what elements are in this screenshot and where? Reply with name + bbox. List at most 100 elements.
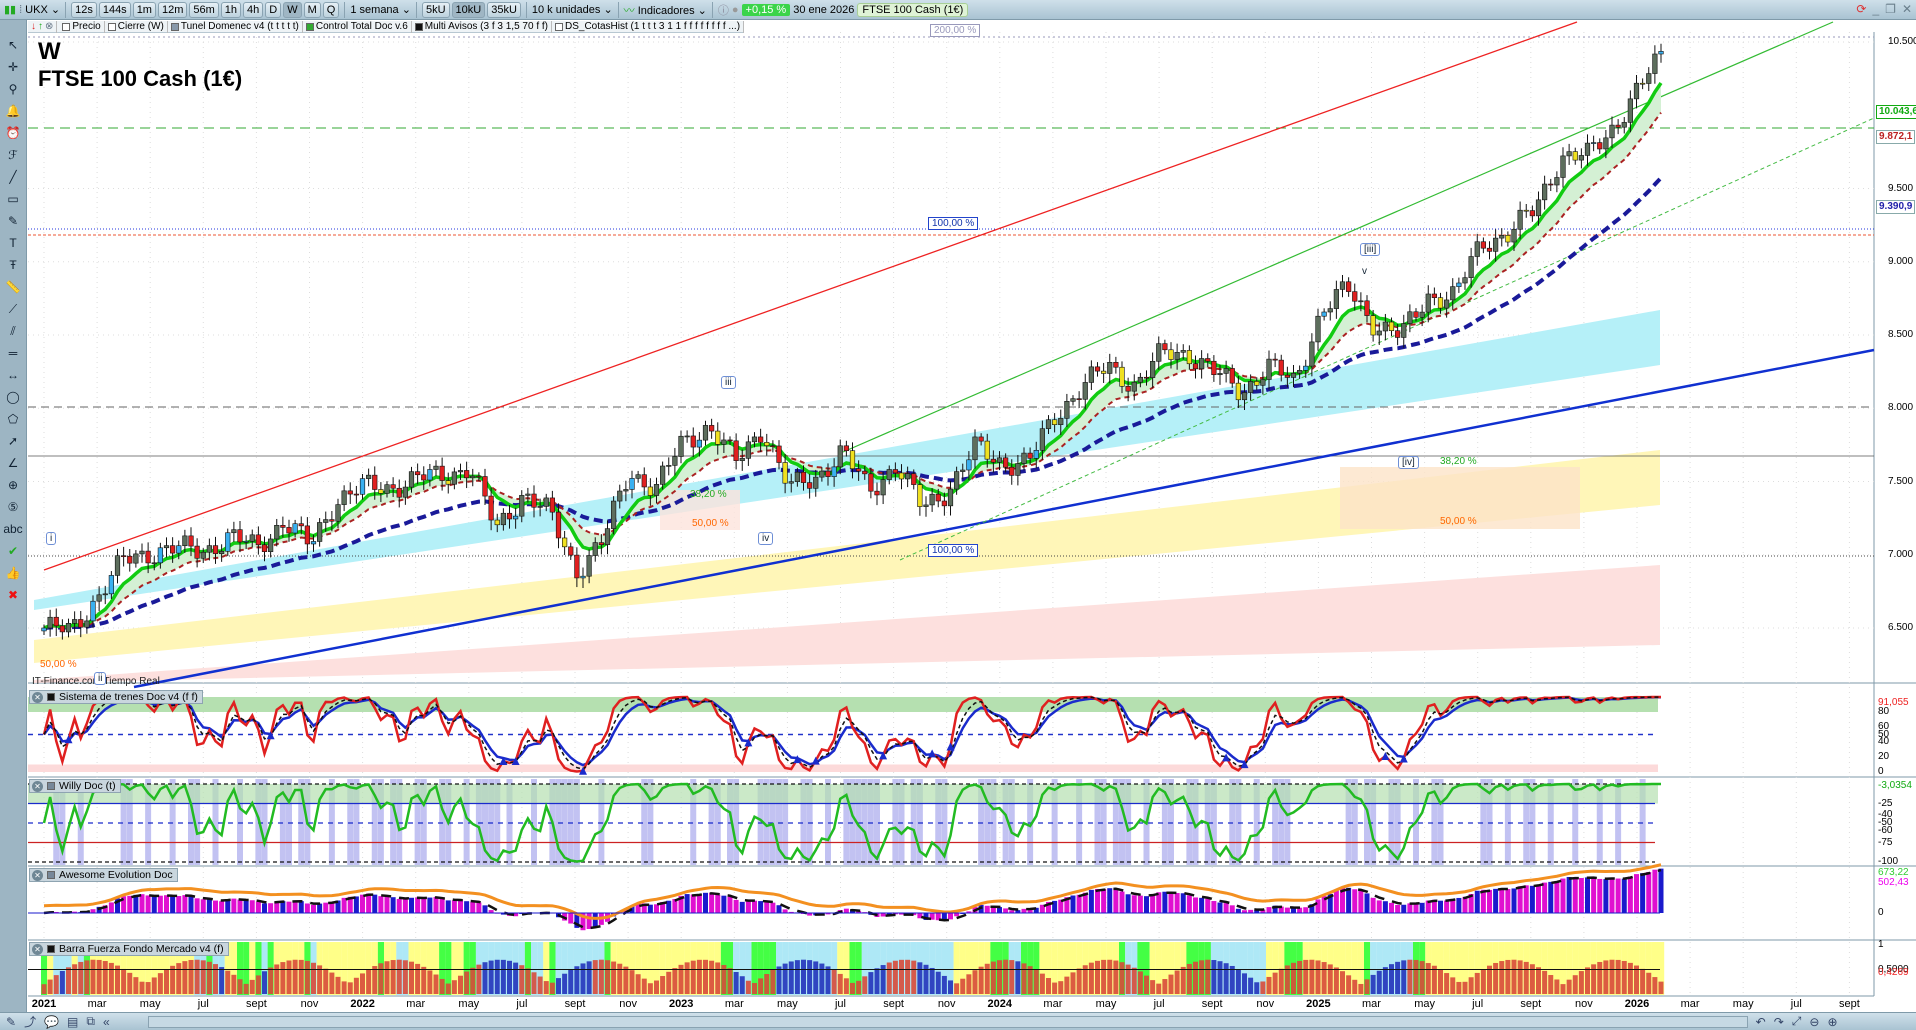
overlay-actions[interactable]: ↓ ↑ ⊗ — [28, 20, 58, 33]
wave-count-icon[interactable]: ⑤ — [3, 498, 23, 517]
period-select[interactable]: 1 semana ⌄ — [350, 3, 411, 16]
chart-canvas[interactable] — [0, 0, 1916, 1030]
unit-35kU[interactable]: 35kU — [487, 1, 521, 18]
report-icon[interactable]: ▤ — [67, 1015, 78, 1029]
measure-icon[interactable]: ↔ — [3, 366, 23, 385]
check-icon[interactable]: ✔ — [3, 542, 23, 561]
horizontal-scrollbar[interactable] — [147, 1015, 1748, 1028]
candle — [366, 474, 372, 479]
close-icon[interactable]: ✕ — [1902, 2, 1912, 16]
panel-label-trenes[interactable]: ✕ Sistema de trenes Doc v4 (f f) — [29, 690, 203, 704]
awesome-bar — [164, 895, 169, 913]
wave-label: ii — [94, 672, 107, 685]
text-t-icon[interactable]: Ŧ — [3, 256, 23, 275]
overlay-item[interactable]: Tunel Domenec v4 (t t t t t) — [168, 20, 303, 33]
candle — [1535, 199, 1542, 217]
pencil-icon[interactable]: ✎ — [6, 1015, 16, 1029]
candle — [206, 545, 212, 553]
rectangle-icon[interactable]: ▭ — [3, 190, 23, 209]
period-12m[interactable]: 12m — [157, 1, 188, 18]
share-icon[interactable]: ⤴ — [24, 1013, 36, 1030]
thumbs-up-icon[interactable]: 👍 — [3, 564, 23, 583]
barra-bar — [537, 976, 543, 994]
period-Q[interactable]: Q — [322, 1, 340, 18]
awesome-bar — [1591, 877, 1597, 913]
overlay-item[interactable]: Multi Avisos (3 f 3 1,5 70 f f) — [412, 20, 552, 33]
sync-icon[interactable]: ⟳ — [1856, 2, 1866, 16]
trendline-icon[interactable]: ⟋ — [3, 300, 23, 319]
candle — [1248, 381, 1254, 393]
zoom-icon[interactable]: ⚲ — [3, 80, 23, 99]
panel-label-barra[interactable]: ✕ Barra Fuerza Fondo Mercado v4 (f) — [29, 942, 229, 956]
unit-10kU[interactable]: 10kU — [451, 1, 486, 18]
overlay-item[interactable]: DS_CotasHist (1 t t t 3 1 1 f f f f f f … — [552, 20, 745, 33]
crosshair-icon[interactable]: ✛ — [3, 58, 23, 77]
barra-bar — [84, 960, 90, 994]
ellipse-icon[interactable]: ◯ — [3, 388, 23, 407]
close-panel-icon[interactable]: ✕ — [32, 869, 43, 881]
awesome-bar — [1438, 900, 1443, 913]
abc-icon[interactable]: abc — [3, 520, 23, 539]
close-panel-icon[interactable]: ✕ — [32, 780, 43, 792]
period-W[interactable]: W — [283, 1, 302, 18]
barra-bar — [1370, 974, 1376, 994]
text-icon[interactable]: T — [3, 234, 23, 253]
ruler-icon[interactable]: 📏 — [3, 278, 23, 297]
restore-icon[interactable]: ❐ — [1885, 2, 1896, 16]
fibonacci-icon[interactable]: ℱ — [3, 146, 23, 165]
barra-bar — [164, 969, 169, 994]
bell-icon[interactable]: 🔔 — [3, 102, 23, 121]
channel-icon[interactable]: ⫽ — [3, 322, 23, 341]
panel-label-awesome[interactable]: ✕ Awesome Evolution Doc — [29, 868, 178, 882]
awesome-bar — [843, 908, 849, 913]
scroll-left-icon[interactable]: « — [103, 1015, 110, 1029]
period-1m[interactable]: 1m — [132, 1, 156, 18]
candle — [1419, 311, 1425, 318]
close-panel-icon[interactable]: ✕ — [32, 943, 43, 955]
period-12s[interactable]: 12s — [71, 1, 97, 18]
period-4h[interactable]: 4h — [243, 1, 264, 18]
overlay-item[interactable]: Control Total Doc v.6 — [303, 20, 412, 33]
period-1h[interactable]: 1h — [220, 1, 242, 18]
indicators-button[interactable]: 〰 Indicadores ⌄ — [624, 2, 707, 18]
info-icon[interactable]: ⓘ — [718, 2, 729, 18]
undo-icon[interactable]: ↶ — [1756, 1015, 1766, 1029]
circle-plus-icon[interactable]: ⊕ — [3, 476, 23, 495]
comment-icon[interactable]: 💬 — [44, 1015, 59, 1029]
panel-label-willy[interactable]: ✕ Willy Doc (t) — [29, 779, 121, 793]
candle — [59, 625, 65, 633]
alarm-icon[interactable]: ⏰ — [3, 124, 23, 143]
angle-icon[interactable]: ∠ — [3, 454, 23, 473]
units-select[interactable]: 10 k unidades ⌄ — [532, 3, 613, 16]
zoom-out-icon[interactable]: ⊖ — [1809, 1015, 1819, 1029]
unit-5kU[interactable]: 5kU — [421, 1, 450, 18]
minimize-icon[interactable]: _ — [1872, 2, 1879, 16]
overlay-item[interactable]: Cierre (W) — [105, 20, 168, 33]
pen-icon[interactable]: ✎ — [3, 212, 23, 231]
polygon-icon[interactable]: ⬠ — [3, 410, 23, 429]
zoom-in-icon[interactable]: ⊕ — [1827, 1015, 1837, 1029]
candle — [1401, 323, 1407, 338]
line-icon[interactable]: ╱ — [3, 168, 23, 187]
close-panel-icon[interactable]: ✕ — [32, 691, 43, 703]
redo-icon[interactable]: ↷ — [1774, 1015, 1784, 1029]
indicator-axis-label: 0 — [1878, 766, 1884, 777]
overlay-item[interactable]: Precio — [59, 20, 105, 33]
parallel-icon[interactable]: ═ — [3, 344, 23, 363]
arrow-icon[interactable]: ➚ — [3, 432, 23, 451]
period-144s[interactable]: 144s — [98, 1, 131, 18]
symbol-select[interactable]: UKX ⌄ — [25, 3, 60, 16]
period-D[interactable]: D — [265, 1, 282, 18]
cursor-icon[interactable]: ↖ — [3, 36, 23, 55]
chart-type-icon[interactable]: ▮▮ — [4, 3, 16, 16]
delete-icon[interactable]: ✖ — [3, 586, 23, 605]
period-56m[interactable]: 56m — [189, 1, 219, 18]
zoom-fit-icon[interactable]: ⤢ — [1792, 1014, 1802, 1029]
period-M[interactable]: M — [303, 1, 321, 18]
barra-bar — [102, 961, 108, 994]
candle — [1290, 372, 1297, 378]
compare-icon[interactable]: ⧉ — [86, 1014, 95, 1029]
barra-bar — [543, 981, 549, 994]
awesome-bar — [739, 901, 745, 913]
barra-bar — [170, 965, 176, 994]
